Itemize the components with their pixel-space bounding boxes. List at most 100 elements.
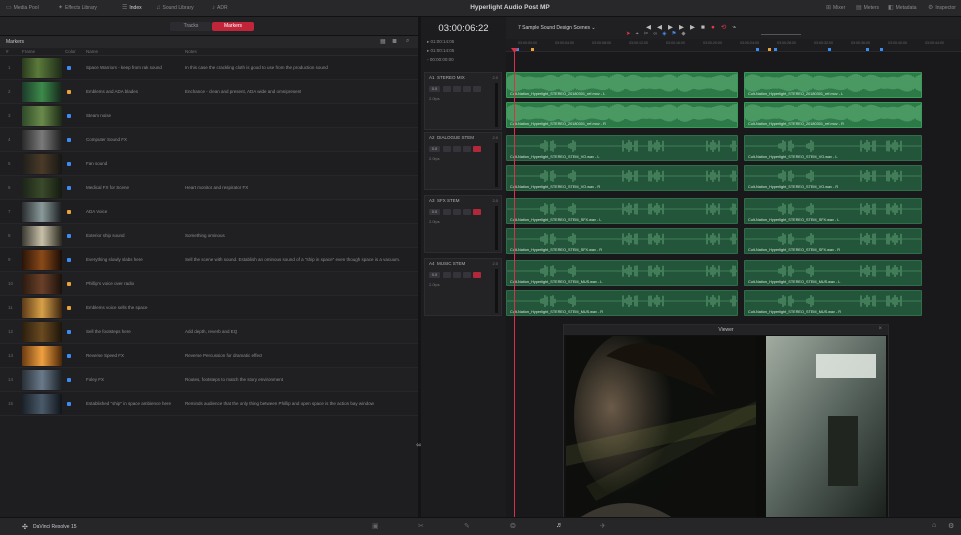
razor-tool-icon[interactable]: ✂: [644, 31, 654, 37]
timeline-marker[interactable]: [866, 48, 869, 51]
marker-color-swatch[interactable]: [67, 354, 71, 358]
media-pool-button[interactable]: ▭ Media Pool: [6, 4, 39, 13]
marker-row[interactable]: 10 Phillip's voice over radio: [0, 272, 420, 296]
audio-clip[interactable]: Cult-Nation_Hyperlight_STEREO_STEM_MUS.w…: [744, 290, 922, 316]
tab-markers[interactable]: Markers: [212, 22, 254, 31]
search-icon[interactable]: ⌕: [406, 38, 409, 45]
audio-clip[interactable]: Cult-Nation_Hyperlight_STEREO_STEM_MUS.w…: [506, 290, 738, 316]
marker-row[interactable]: 5 Fan sound: [0, 152, 420, 176]
adr-button[interactable]: ♪ ADR: [212, 4, 228, 13]
flag-icon[interactable]: ⚑: [671, 31, 681, 37]
audio-clip[interactable]: Cult-Nation_Hyperlight_STEREO_STEM_SFX.w…: [744, 228, 922, 254]
marker-color-swatch[interactable]: [67, 114, 71, 118]
fusion-icon[interactable]: ❂: [510, 522, 516, 530]
marker-color-swatch[interactable]: [67, 90, 71, 94]
link-icon[interactable]: ∞: [653, 31, 662, 37]
marker-row[interactable]: 4 Computer Sound FX: [0, 128, 420, 152]
marker-color-swatch[interactable]: [67, 66, 71, 70]
metadata-button[interactable]: ◧ Metadata: [888, 4, 917, 13]
audio-clip[interactable]: Cult-Nation_Hyperlight_STEREO_STEM_SFX.w…: [506, 198, 738, 224]
marker-row[interactable]: 6 Medical FX for Scene Heart monitor and r…: [0, 176, 420, 200]
audio-clip[interactable]: Cult-Nation_Hyperlight_STEREO_STEM_SFX.w…: [506, 228, 738, 254]
marker-row[interactable]: 13 Reverse Speed FX Reverse Percussion for…: [0, 344, 420, 368]
close-icon[interactable]: ×: [878, 326, 882, 332]
audio-clip[interactable]: Cult-Nation_Hyperlight_STEREO_20180301_r…: [744, 102, 922, 128]
marker-row[interactable]: 8 Exterior ship sound Something ominous: [0, 224, 420, 248]
mute-button[interactable]: [463, 272, 471, 278]
marker-color-swatch[interactable]: [67, 162, 71, 166]
mixer-button[interactable]: ⊞ Mixer: [826, 4, 845, 13]
marker-color-swatch[interactable]: [67, 186, 71, 190]
track-volume[interactable]: 0.0: [429, 146, 440, 152]
media-icon[interactable]: ▣: [372, 522, 379, 530]
timeline-marker[interactable]: [880, 48, 883, 51]
record-arm-button[interactable]: [443, 86, 451, 92]
fast-forward-icon[interactable]: ▶▶: [668, 24, 690, 31]
col-notes[interactable]: Notes: [185, 49, 197, 54]
track-arm-button[interactable]: [473, 86, 481, 92]
marker-icon[interactable]: ◆: [681, 31, 690, 37]
marker-color-swatch[interactable]: [67, 282, 71, 286]
rewind-icon[interactable]: ◀◀: [646, 24, 668, 31]
col-number[interactable]: #: [6, 49, 9, 54]
timeline-marker[interactable]: [768, 48, 771, 51]
stop-icon[interactable]: ■: [701, 24, 711, 31]
audio-clip[interactable]: Cult-Nation_Hyperlight_STEREO_20180301_r…: [744, 72, 922, 98]
zoom-slider[interactable]: [761, 34, 801, 35]
marker-row[interactable]: 3 Steam noise: [0, 104, 420, 128]
record-icon[interactable]: ●: [711, 24, 721, 31]
track-arm-button[interactable]: [473, 272, 481, 278]
mute-button[interactable]: [463, 86, 471, 92]
marker-row[interactable]: 14 Foley FX Routes, footsteps to match the…: [0, 368, 420, 392]
audio-clip[interactable]: Cult-Nation_Hyperlight_STEREO_STEM_MUS.w…: [744, 260, 922, 286]
index-button[interactable]: ☰ Index: [122, 4, 142, 13]
fairlight-icon[interactable]: ♬: [556, 522, 563, 529]
track-volume[interactable]: 0.0: [429, 209, 440, 215]
edit-icon[interactable]: ✎: [464, 522, 470, 530]
audio-clip[interactable]: Cult-Nation_Hyperlight_STEREO_STEM_VO.wa…: [506, 165, 738, 191]
timeline-marker[interactable]: [531, 48, 534, 51]
marker-row[interactable]: 2 Emblems and ADA blades Enchance - clean …: [0, 80, 420, 104]
play-icon[interactable]: ▶: [690, 24, 701, 31]
track-volume[interactable]: 0.0: [429, 272, 440, 278]
solo-button[interactable]: [453, 146, 461, 152]
list-view-icon[interactable]: ≣: [392, 38, 397, 45]
cut-icon[interactable]: ✂: [418, 522, 424, 530]
marker-color-swatch[interactable]: [67, 378, 71, 382]
marker-row[interactable]: 7 ADA Voice: [0, 200, 420, 224]
sound-library-button[interactable]: ♫ Sound Library: [156, 4, 194, 13]
marker-color-swatch[interactable]: [67, 258, 71, 262]
marker-row[interactable]: 15 Established "ship" in space ambience h…: [0, 392, 420, 416]
home-icon[interactable]: ⌂: [932, 522, 936, 529]
range-tool-icon[interactable]: ⌖: [636, 31, 644, 37]
inspector-button[interactable]: ⚙ Inspector: [928, 4, 956, 13]
loop-icon[interactable]: ⟲: [721, 24, 732, 31]
solo-button[interactable]: [453, 209, 461, 215]
marker-color-swatch[interactable]: [67, 306, 71, 310]
marker-row[interactable]: 1 Space Warriors - keep from rak sound In …: [0, 56, 420, 80]
record-arm-button[interactable]: [443, 272, 451, 278]
audio-clip[interactable]: Cult-Nation_Hyperlight_STEREO_20180301_r…: [506, 102, 738, 128]
marker-color-swatch[interactable]: [67, 234, 71, 238]
track-header[interactable]: A3 SFX STEM 2.0 0.0 2.0ips: [424, 195, 502, 253]
marker-row[interactable]: 9 Everything slowly slabs here Sell the sc…: [0, 248, 420, 272]
timeline-name[interactable]: 7 Sample Sound Design Scenes ⌄: [518, 25, 596, 31]
track-header[interactable]: A1 STEREO MIX 2.0 0.0 2.0ips: [424, 72, 502, 130]
marker-row[interactable]: 11 Emblems voice sells the space: [0, 296, 420, 320]
marker-color-swatch[interactable]: [67, 138, 71, 142]
timeline-ruler[interactable]: 03:00:00:00 03:00:04:00 03:00:08:00 03:00:1…: [506, 39, 961, 52]
tab-tracks[interactable]: Tracks: [170, 22, 212, 31]
col-name[interactable]: Name: [86, 49, 98, 54]
viewer-window[interactable]: Viewer ×: [563, 324, 889, 521]
thumbnail-view-icon[interactable]: ▦: [380, 38, 386, 45]
marker-color-swatch[interactable]: [67, 210, 71, 214]
track-volume[interactable]: 0.0: [429, 86, 440, 92]
solo-button[interactable]: [453, 272, 461, 278]
col-color[interactable]: Color: [65, 49, 76, 54]
timeline-marker[interactable]: [828, 48, 831, 51]
solo-button[interactable]: [453, 86, 461, 92]
mute-button[interactable]: [463, 146, 471, 152]
settings-gear-icon[interactable]: ⚙: [948, 522, 954, 530]
track-header[interactable]: A2 DIALOGUE STEM 2.0 0.0 2.0ips: [424, 132, 502, 190]
record-arm-button[interactable]: [443, 209, 451, 215]
